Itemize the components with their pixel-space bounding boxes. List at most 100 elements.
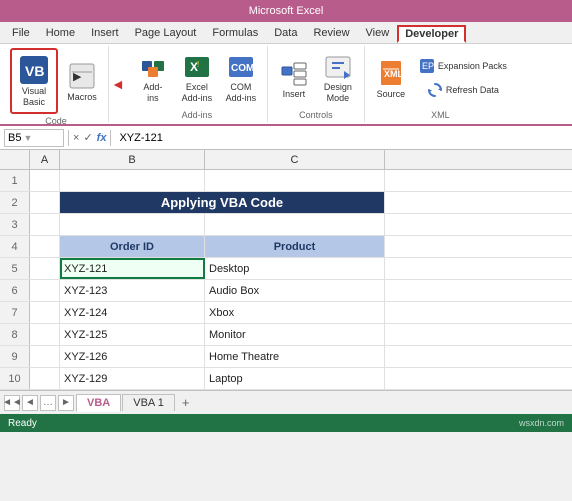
cell-a5[interactable] xyxy=(30,258,60,279)
row-9: 9 XYZ-126 Home Theatre xyxy=(0,346,572,368)
cell-c8[interactable]: Monitor xyxy=(205,324,385,345)
formula-confirm-icon[interactable]: ✓ xyxy=(83,131,92,144)
tab-nav-first[interactable]: ◄◄ xyxy=(4,395,20,411)
cell-b9[interactable]: XYZ-126 xyxy=(60,346,205,367)
expansion-packs-button[interactable]: EP Expansion Packs xyxy=(415,55,510,77)
ribbon: VB VisualBasic ▶ Macros Code xyxy=(0,44,572,126)
menu-review[interactable]: Review xyxy=(305,25,357,41)
cell-c6[interactable]: Audio Box xyxy=(205,280,385,301)
cell-c5[interactable]: Desktop xyxy=(205,258,385,279)
menu-page-layout[interactable]: Page Layout xyxy=(127,25,205,41)
cell-c3[interactable] xyxy=(205,214,385,235)
menu-formulas[interactable]: Formulas xyxy=(204,25,266,41)
row-num-9: 9 xyxy=(0,346,30,367)
refresh-data-button[interactable]: Refresh Data xyxy=(415,79,510,101)
menu-file[interactable]: File xyxy=(4,25,38,41)
addins-group-label: Add-ins xyxy=(182,108,213,120)
excel-addins-label: ExcelAdd-ins xyxy=(182,82,213,104)
row-1: 1 xyxy=(0,170,572,192)
svg-text:COM: COM xyxy=(231,63,254,74)
cell-c9[interactable]: Home Theatre xyxy=(205,346,385,367)
column-headers: A B C xyxy=(0,150,572,170)
cell-ref-value: B5 xyxy=(8,132,21,144)
row-8: 8 XYZ-125 Monitor xyxy=(0,324,572,346)
ribbon-xml-group: XML Source EP Expansion Packs xyxy=(365,46,516,122)
cell-a6[interactable] xyxy=(30,280,60,301)
cell-a8[interactable] xyxy=(30,324,60,345)
refresh-data-label: Refresh Data xyxy=(446,85,499,95)
row-5: 5 XYZ-121 Desktop xyxy=(0,258,572,280)
cell-a7[interactable] xyxy=(30,302,60,323)
com-addins-button[interactable]: COM COMAdd-ins xyxy=(221,49,261,107)
cell-b5[interactable]: XYZ-121 xyxy=(60,258,205,279)
row-num-10: 10 xyxy=(0,368,30,389)
ribbon-xml-items: XML Source EP Expansion Packs xyxy=(371,48,510,108)
row-4: 4 Order ID Product xyxy=(0,236,572,258)
row-num-1: 1 xyxy=(0,170,30,191)
tab-nav-ellipsis[interactable]: … xyxy=(40,395,56,411)
svg-text:VB: VB xyxy=(25,63,44,79)
header-product[interactable]: Product xyxy=(205,236,385,257)
status-ready: Ready xyxy=(8,418,37,429)
visual-basic-button[interactable]: VB VisualBasic xyxy=(14,52,54,110)
menu-view[interactable]: View xyxy=(358,25,398,41)
expansion-packs-icon: EP xyxy=(418,57,436,75)
cell-a2[interactable] xyxy=(30,192,60,213)
cell-a10[interactable] xyxy=(30,368,60,389)
col-header-a: A xyxy=(30,150,60,169)
excel-addins-button[interactable]: X ! ExcelAdd-ins xyxy=(177,49,217,107)
cell-c1[interactable] xyxy=(205,170,385,191)
menu-insert[interactable]: Insert xyxy=(83,25,127,41)
cell-b6[interactable]: XYZ-123 xyxy=(60,280,205,301)
menu-developer[interactable]: Developer xyxy=(397,25,466,43)
arrow-left-icon: ◄ xyxy=(111,76,125,92)
addins-button[interactable]: Add-ins xyxy=(133,49,173,107)
add-sheet-button[interactable]: + xyxy=(176,393,196,412)
com-addins-label: COMAdd-ins xyxy=(226,82,257,104)
cell-b10[interactable]: XYZ-129 xyxy=(60,368,205,389)
cell-c10[interactable]: Laptop xyxy=(205,368,385,389)
cell-b8[interactable]: XYZ-125 xyxy=(60,324,205,345)
macros-icon: ▶ xyxy=(66,60,98,92)
formula-cancel-icon[interactable]: × xyxy=(73,132,79,144)
title-bar: Microsoft Excel xyxy=(0,0,572,22)
cell-reference-box[interactable]: B5 ▼ xyxy=(4,129,64,147)
row-num-5: 5 xyxy=(0,258,30,279)
cell-a3[interactable] xyxy=(30,214,60,235)
row-num-2: 2 xyxy=(0,192,30,213)
sheet-tab-vba1[interactable]: VBA 1 xyxy=(122,394,175,411)
tab-nav-next[interactable]: ► xyxy=(58,395,74,411)
cell-a9[interactable] xyxy=(30,346,60,367)
visual-basic-icon: VB xyxy=(18,54,50,86)
source-button[interactable]: XML Source xyxy=(371,49,411,107)
ribbon-addins-group: Add-ins X ! ExcelAdd-ins COM xyxy=(127,46,268,122)
status-bar: Ready wsxdn.com xyxy=(0,414,572,432)
menu-bar: File Home Insert Page Layout Formulas Da… xyxy=(0,22,572,44)
source-label: Source xyxy=(377,89,406,100)
tab-nav-prev[interactable]: ◄ xyxy=(22,395,38,411)
title-cell[interactable]: Applying VBA Code xyxy=(60,192,385,213)
row-num-header xyxy=(0,150,30,169)
cell-b7[interactable]: XYZ-124 xyxy=(60,302,205,323)
design-mode-icon xyxy=(322,52,354,82)
cell-b1[interactable] xyxy=(60,170,205,191)
menu-home[interactable]: Home xyxy=(38,25,83,41)
cell-c7[interactable]: Xbox xyxy=(205,302,385,323)
insert-function-icon[interactable]: fx xyxy=(97,132,107,144)
cell-b3[interactable] xyxy=(60,214,205,235)
design-mode-button[interactable]: DesignMode xyxy=(318,49,358,107)
insert-button[interactable]: Insert xyxy=(274,49,314,107)
sheet-tab-vba[interactable]: VBA xyxy=(76,394,121,412)
header-order-id[interactable]: Order ID xyxy=(60,236,205,257)
ribbon-code-items: VB VisualBasic ▶ Macros xyxy=(10,48,102,114)
insert-icon xyxy=(278,57,310,89)
vb-highlighted-box: VB VisualBasic xyxy=(10,48,58,114)
menu-data[interactable]: Data xyxy=(266,25,305,41)
cell-ref-dropdown[interactable]: ▼ xyxy=(23,133,32,143)
row-num-7: 7 xyxy=(0,302,30,323)
cell-a1[interactable] xyxy=(30,170,60,191)
cell-a4[interactable] xyxy=(30,236,60,257)
macros-button[interactable]: ▶ Macros xyxy=(62,52,102,110)
sheet-tabs: ◄◄ ◄ … ► VBA VBA 1 + xyxy=(0,390,572,414)
formula-content: XYZ-121 xyxy=(115,132,568,144)
